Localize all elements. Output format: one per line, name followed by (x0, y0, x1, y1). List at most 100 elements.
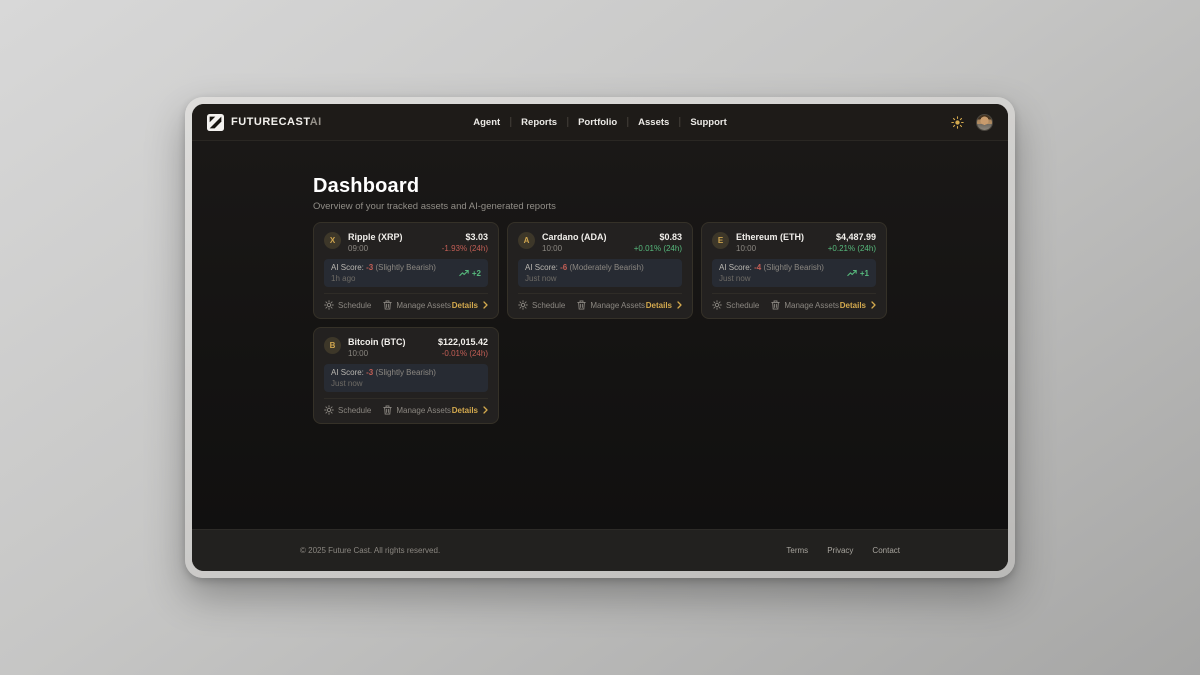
asset-card-xrp: X Ripple (XRP) 09:00 $3.03 -1.93% (24h) (313, 222, 499, 319)
trash-icon (383, 405, 392, 415)
chevron-right-icon (871, 301, 876, 309)
gear-icon (518, 300, 528, 310)
asset-time: 10:00 (542, 244, 607, 253)
trend-value: +1 (860, 269, 869, 278)
details-button[interactable]: Details (646, 301, 682, 310)
asset-card-ada: A Cardano (ADA) 10:00 $0.83 +0.01% (24h) (507, 222, 693, 319)
manage-assets-button[interactable]: Manage Assets (383, 405, 451, 415)
card-actions: Schedule Manage Assets Details (518, 293, 682, 310)
brand-name: FUTURECASTAI (231, 116, 322, 128)
app-screen: FUTURECASTAI Agent Reports Portfolio Ass… (192, 104, 1008, 571)
nav-item-agent[interactable]: Agent (463, 113, 510, 132)
schedule-button[interactable]: Schedule (324, 300, 371, 310)
details-button[interactable]: Details (840, 301, 876, 310)
gear-icon (712, 300, 722, 310)
score-timestamp: 1h ago (331, 274, 436, 283)
page-title: Dashboard (313, 175, 887, 198)
trending-up-icon (847, 269, 857, 277)
card-header: B Bitcoin (BTC) 10:00 $122,015.42 -0.01%… (324, 337, 488, 358)
trend-badge: +2 (459, 269, 481, 278)
asset-card-eth: E Ethereum (ETH) 10:00 $4,487.99 +0.21% … (701, 222, 887, 319)
footer-link-contact[interactable]: Contact (872, 546, 900, 555)
card-header: A Cardano (ADA) 10:00 $0.83 +0.01% (24h) (518, 232, 682, 253)
footer-link-privacy[interactable]: Privacy (827, 546, 853, 555)
asset-change: -1.93% (24h) (442, 244, 488, 253)
score-value: -3 (366, 368, 373, 377)
card-header: X Ripple (XRP) 09:00 $3.03 -1.93% (24h) (324, 232, 488, 253)
asset-letter-icon: B (324, 337, 341, 354)
details-label: Details (646, 301, 672, 310)
page-subtitle: Overview of your tracked assets and AI-g… (313, 201, 887, 212)
score-timestamp: Just now (719, 274, 824, 283)
copyright-text: © 2025 Future Cast. All rights reserved. (300, 546, 440, 555)
score-label: AI Score: (331, 263, 364, 272)
footer-links: Terms Privacy Contact (786, 546, 900, 555)
trash-icon (771, 300, 780, 310)
schedule-button[interactable]: Schedule (712, 300, 759, 310)
details-button[interactable]: Details (452, 301, 488, 310)
nav-item-portfolio[interactable]: Portfolio (568, 113, 627, 132)
asset-letter-icon: X (324, 232, 341, 249)
ai-score-row: AI Score: -3 (Slightly Bearish) 1h ago +… (324, 259, 488, 287)
user-avatar[interactable] (976, 114, 993, 131)
gear-icon (324, 300, 334, 310)
score-label: AI Score: (525, 263, 558, 272)
header-right (950, 114, 993, 131)
asset-letter-icon: A (518, 232, 535, 249)
card-header: E Ethereum (ETH) 10:00 $4,487.99 +0.21% … (712, 232, 876, 253)
asset-name: Cardano (ADA) (542, 232, 607, 243)
manage-assets-button[interactable]: Manage Assets (383, 300, 451, 310)
chevron-right-icon (483, 406, 488, 414)
details-button[interactable]: Details (452, 406, 488, 415)
manage-assets-label: Manage Assets (784, 301, 839, 310)
score-value: -6 (560, 263, 567, 272)
details-label: Details (452, 406, 478, 415)
brand-suffix: AI (310, 116, 322, 128)
brand-logo-icon (207, 114, 224, 131)
asset-time: 10:00 (736, 244, 804, 253)
gear-icon (324, 405, 334, 415)
asset-change: +0.21% (24h) (828, 244, 876, 253)
asset-time: 10:00 (348, 349, 406, 358)
schedule-button[interactable]: Schedule (518, 300, 565, 310)
schedule-button[interactable]: Schedule (324, 405, 371, 415)
details-label: Details (452, 301, 478, 310)
asset-price: $4,487.99 (828, 232, 876, 243)
theme-toggle-button[interactable] (950, 115, 965, 130)
asset-price: $3.03 (442, 232, 488, 243)
brand-logo[interactable]: FUTURECASTAI (207, 114, 322, 131)
asset-name: Ethereum (ETH) (736, 232, 804, 243)
trash-icon (577, 300, 586, 310)
ai-score-row: AI Score: -6 (Moderately Bearish) Just n… (518, 259, 682, 287)
score-value: -4 (754, 263, 761, 272)
trending-up-icon (459, 269, 469, 277)
asset-change: +0.01% (24h) (634, 244, 682, 253)
score-sentiment: (Slightly Bearish) (764, 263, 824, 272)
card-actions: Schedule Manage Assets Details (712, 293, 876, 310)
nav-item-reports[interactable]: Reports (511, 113, 567, 132)
asset-card-grid: X Ripple (XRP) 09:00 $3.03 -1.93% (24h) (313, 222, 887, 424)
asset-card-btc: B Bitcoin (BTC) 10:00 $122,015.42 -0.01%… (313, 327, 499, 424)
trend-badge: +1 (847, 269, 869, 278)
manage-assets-button[interactable]: Manage Assets (771, 300, 839, 310)
score-timestamp: Just now (331, 379, 436, 388)
top-navbar: FUTURECASTAI Agent Reports Portfolio Ass… (192, 104, 1008, 141)
schedule-label: Schedule (726, 301, 759, 310)
asset-price: $0.83 (634, 232, 682, 243)
asset-price: $122,015.42 (438, 337, 488, 348)
score-value: -3 (366, 263, 373, 272)
nav-item-support[interactable]: Support (680, 113, 736, 132)
nav-item-assets[interactable]: Assets (628, 113, 679, 132)
manage-assets-button[interactable]: Manage Assets (577, 300, 645, 310)
browser-window: FUTURECASTAI Agent Reports Portfolio Ass… (185, 97, 1015, 578)
trash-icon (383, 300, 392, 310)
card-actions: Schedule Manage Assets Details (324, 293, 488, 310)
asset-change: -0.01% (24h) (438, 349, 488, 358)
card-actions: Schedule Manage Assets Details (324, 398, 488, 415)
score-sentiment: (Moderately Bearish) (570, 263, 644, 272)
manage-assets-label: Manage Assets (590, 301, 645, 310)
asset-name: Ripple (XRP) (348, 232, 403, 243)
score-label: AI Score: (331, 368, 364, 377)
asset-name: Bitcoin (BTC) (348, 337, 406, 348)
footer-link-terms[interactable]: Terms (786, 546, 808, 555)
